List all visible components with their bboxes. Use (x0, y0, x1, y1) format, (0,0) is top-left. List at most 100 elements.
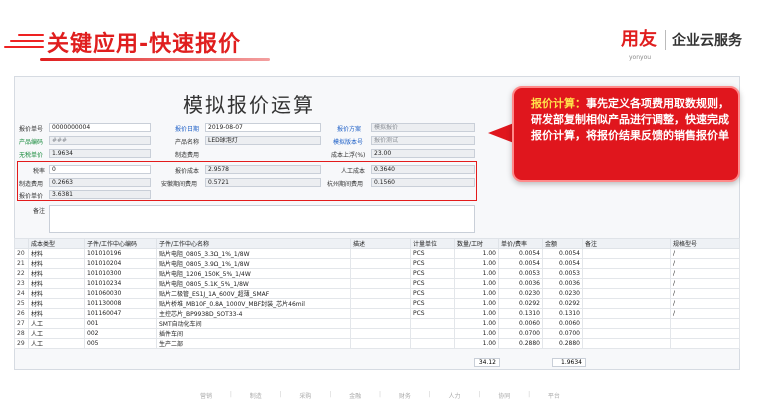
table-cell: PCS (410, 278, 455, 289)
footer-item: 财务 (398, 393, 411, 400)
table-cell (582, 268, 671, 279)
hangzhou-fee-label: 杭州期间费用 (327, 181, 364, 188)
table-row[interactable]: 25 材料 101130008 贴片桥堆_MB10F_0.8A_1000V_MBF封装… (14, 298, 740, 309)
footer-item: 采购 (299, 393, 312, 400)
mfg-fee-label: 制造费用 (19, 181, 44, 188)
table-cell: 材料 (28, 268, 85, 279)
product-name-label: 产品名称 (175, 139, 200, 146)
table-cell: 材料 (28, 258, 85, 269)
table-cell: 贴片电阻_0805_3.3Ω_1%_1/8W (156, 248, 351, 259)
table-cell: 28 (14, 328, 29, 339)
cost-rate-field[interactable]: 23.00 (371, 149, 475, 158)
quote-date-field[interactable]: 2019-08-07 (205, 123, 321, 132)
table-cell: 101010300 (84, 268, 157, 279)
table-row[interactable]: 29 人工 005 生产二部 1.00 0.2880 0.2880 (14, 338, 740, 349)
table-cell (582, 298, 671, 309)
footer-separator: | (528, 391, 531, 398)
mfg-fee-field[interactable]: 0.2663 (49, 178, 151, 187)
tax-rate-field[interactable]: 0 (49, 165, 151, 174)
footer-separator: | (378, 391, 381, 398)
table-row[interactable]: 26 材料 101160047 主控芯片_BP9938D_SOT33-4 PCS 1.00… (14, 308, 740, 319)
notes-field[interactable] (49, 205, 475, 233)
table-cell (350, 248, 411, 259)
table-cell: 1.00 (454, 308, 499, 319)
footer-item: 制造 (249, 393, 262, 400)
col-remark: 备注 (582, 238, 671, 249)
col-code: 子件/工作中心编码 (84, 238, 157, 249)
table-cell: PCS (410, 298, 455, 309)
col-amount: 金额 (542, 238, 583, 249)
hangzhou-fee-field[interactable]: 0.1560 (371, 178, 475, 187)
product-code-field[interactable]: ### (49, 136, 151, 145)
table-cell: 1.00 (454, 268, 499, 279)
table-cell: 0.0060 (498, 318, 543, 329)
scheme-label: 报价方案 (337, 126, 362, 133)
product-code-label: 产品编码 (19, 139, 44, 146)
nontax-price-field[interactable]: 1.9634 (49, 149, 151, 158)
install-fee-field[interactable]: 0.5721 (205, 178, 321, 187)
table-cell: 1.00 (454, 338, 499, 349)
table-cell: 1.00 (454, 248, 499, 259)
template-field[interactable]: 报价测试 (371, 136, 475, 145)
table-cell: 贴片桥堆_MB10F_0.8A_1000V_MBF封装_芯片46mil (156, 298, 351, 309)
table-cell (350, 318, 411, 329)
table-cell: 1.00 (454, 288, 499, 299)
table-row[interactable]: 27 人工 001 SMT自动化车间 1.00 0.0060 0.0060 (14, 318, 740, 329)
table-cell: 材料 (28, 278, 85, 289)
table-cell: 0.2880 (498, 338, 543, 349)
table-cell: 0.0036 (542, 278, 583, 289)
table-row[interactable]: 21 材料 101010204 贴片电阻_0805_3.9Ω_1%_1/8W PCS 1.… (14, 258, 740, 269)
table-cell: 101010196 (84, 248, 157, 259)
quote-no-field[interactable]: 0000000004 (49, 123, 151, 132)
scheme-field[interactable]: 模拟报价 (371, 123, 475, 132)
mfg-cost-label: 制造费用 (175, 152, 200, 159)
table-cell (582, 248, 671, 259)
table-cell: / (670, 268, 740, 279)
table-cell (350, 258, 411, 269)
table-cell: 0.0053 (498, 268, 543, 279)
table-row[interactable]: 20 材料 101010196 贴片电阻_0805_3.3Ω_1%_1/8W PCS 1.… (14, 248, 740, 259)
table-cell: 0.0054 (542, 258, 583, 269)
col-qty: 数量/工时 (454, 238, 499, 249)
table-cell: 23 (14, 278, 29, 289)
table-cell: 0.0054 (498, 248, 543, 259)
footer-separator: | (478, 391, 481, 398)
table-cell: 101010234 (84, 278, 157, 289)
table-row[interactable]: 28 人工 002 插件车间 1.00 0.0700 0.0700 (14, 328, 740, 339)
template-label: 模拟版本号 (333, 139, 364, 146)
table-cell (582, 278, 671, 289)
table-cell: 0.0292 (542, 298, 583, 309)
table-cell: PCS (410, 268, 455, 279)
product-name-field[interactable]: LED球泡灯 (205, 136, 321, 145)
brand-sub: yonyou (629, 54, 652, 61)
col-desc: 描述 (350, 238, 411, 249)
table-row[interactable]: 23 材料 101010234 贴片电阻_0805_5.1K_5%_1/8W PCS 1.… (14, 278, 740, 289)
table-cell: 002 (84, 328, 157, 339)
table-cell: 29 (14, 338, 29, 349)
table-row[interactable]: 24 材料 101060030 贴片二极管_ES1J_1A_600V_超薄_SMAF P… (14, 288, 740, 299)
callout-heading: 报价计算： (531, 97, 586, 110)
table-cell: 0.0292 (498, 298, 543, 309)
table-cell: 0.0700 (542, 328, 583, 339)
form-title: 模拟报价运算 (183, 93, 315, 117)
callout-text: 报价计算：事先定义各项费用取数规则，研发部复制相似产品进行调整，快速完成报价计算… (528, 96, 732, 144)
quote-cost-field[interactable]: 2.9578 (205, 165, 321, 174)
table-cell: 0.0060 (542, 318, 583, 329)
table-cell (582, 318, 671, 329)
brand: 用友 yonyou 企业云服务 (621, 29, 742, 61)
table-cell: 0.0700 (498, 328, 543, 339)
table-cell: / (670, 288, 740, 299)
table-cell: PCS (410, 288, 455, 299)
cost-table: 成本类型 子件/工作中心编码 子件/工作中心名称 描述 计量单位 数量/工时 单… (14, 238, 740, 349)
table-cell: PCS (410, 258, 455, 269)
table-cell: 人工 (28, 318, 85, 329)
table-row[interactable]: 22 材料 101010300 贴片电阻_1206_150K_5%_1/4W PCS 1.… (14, 268, 740, 279)
table-cell: 0.0053 (542, 268, 583, 279)
labor-cost-field[interactable]: 0.3640 (371, 165, 475, 174)
quote-price-field[interactable]: 3.6381 (49, 190, 151, 199)
table-cell: 101010204 (84, 258, 157, 269)
table-cell: 插件车间 (156, 328, 351, 339)
table-cell: 26 (14, 308, 29, 319)
brand-logo: 用友 (621, 29, 657, 50)
table-cell: / (670, 248, 740, 259)
